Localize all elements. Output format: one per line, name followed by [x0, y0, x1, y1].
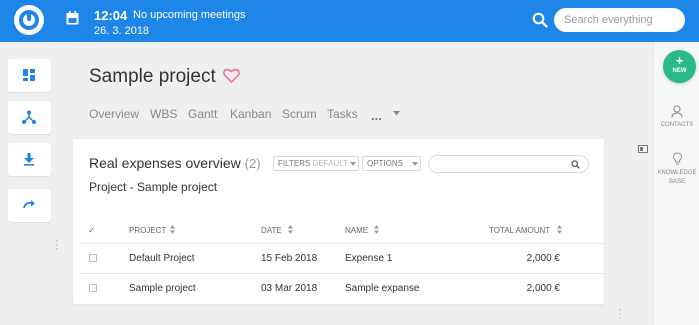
filters-value: DEFAULT: [312, 159, 348, 168]
new-button[interactable]: + NEW: [663, 50, 696, 83]
cell-project[interactable]: Sample project: [129, 283, 196, 294]
column-header-name[interactable]: NAME: [345, 226, 368, 235]
sort-icon[interactable]: [374, 225, 379, 234]
redo-button[interactable]: [8, 189, 51, 222]
cell-date: 03 Mar 2018: [261, 283, 318, 294]
page-title: Sample project: [89, 66, 216, 87]
row-checkbox[interactable]: [89, 254, 97, 262]
record-count: (2): [244, 156, 261, 171]
card-search-input[interactable]: [428, 155, 589, 173]
hierarchy-button[interactable]: [8, 101, 51, 134]
card-resize-handle[interactable]: · · ·: [618, 305, 622, 324]
select-all-checkbox[interactable]: ✓: [88, 225, 96, 236]
download-button[interactable]: [8, 143, 51, 176]
search-icon[interactable]: [532, 12, 548, 28]
filters-label: FILTERS: [278, 159, 311, 168]
chevron-down-icon[interactable]: [393, 111, 400, 116]
table-divider: [80, 243, 604, 244]
plus-icon: +: [675, 53, 684, 68]
contacts-label[interactable]: CONTACTS: [655, 121, 699, 130]
download-icon: [24, 153, 34, 166]
sort-icon[interactable]: [170, 225, 175, 234]
lightbulb-icon[interactable]: [673, 152, 682, 165]
column-header-project[interactable]: PROJECT: [129, 226, 166, 235]
upcoming-meetings[interactable]: No upcoming meetings: [133, 9, 246, 21]
cell-date: 15 Feb 2018: [261, 253, 318, 264]
redo-icon: [23, 200, 35, 209]
row-checkbox[interactable]: [89, 284, 97, 292]
knowledge-label-line2: BASE: [668, 179, 685, 185]
dashboard-icon: [23, 69, 35, 81]
expand-panel-icon[interactable]: [638, 145, 648, 153]
tab-kanban[interactable]: Kanban: [230, 107, 271, 121]
tab-tasks[interactable]: Tasks: [327, 107, 358, 121]
app-logo-icon[interactable]: [14, 5, 44, 35]
column-header-total-amount[interactable]: TOTAL AMOUNT: [489, 226, 550, 235]
filters-dropdown[interactable]: FILTERS DEFAULT: [273, 156, 359, 171]
top-bar: 12:04 No upcoming meetings 26. 3. 2018: [0, 0, 699, 42]
dashboard-button[interactable]: [8, 59, 51, 92]
search-icon[interactable]: [571, 160, 580, 169]
current-time: 12:04: [94, 8, 128, 23]
contacts-icon[interactable]: [671, 105, 683, 118]
tab-overview[interactable]: Overview: [89, 107, 139, 121]
current-date: 26. 3. 2018: [94, 25, 150, 37]
options-dropdown[interactable]: OPTIONS: [362, 156, 421, 171]
hierarchy-icon: [22, 110, 36, 124]
sort-icon[interactable]: [288, 225, 293, 234]
cell-name[interactable]: Expense 1: [345, 253, 392, 264]
cell-name[interactable]: Sample expanse: [345, 283, 420, 294]
calendar-icon[interactable]: [66, 11, 79, 25]
tab-wbs[interactable]: WBS: [150, 107, 177, 121]
heart-icon[interactable]: [223, 68, 240, 83]
row-divider: [80, 273, 604, 274]
global-search-input[interactable]: [554, 8, 685, 32]
chevron-down-icon: [350, 162, 356, 166]
cell-total: 2,000 €: [526, 283, 560, 294]
chevron-down-icon: [412, 162, 418, 166]
knowledge-base-label[interactable]: KNOWLEDGE BASE: [655, 169, 699, 187]
options-label: OPTIONS: [367, 159, 404, 168]
new-button-label: NEW: [672, 68, 687, 74]
card-title-text: Real expenses overview: [89, 155, 241, 171]
tab-scrum[interactable]: Scrum: [282, 107, 317, 121]
cell-total: 2,000 €: [526, 253, 560, 264]
sort-icon[interactable]: [557, 225, 562, 234]
more-tabs-button[interactable]: ...: [371, 108, 382, 123]
cell-project[interactable]: Default Project: [129, 253, 195, 264]
card-subtitle: Project - Sample project: [89, 180, 218, 194]
column-header-date[interactable]: DATE: [261, 226, 282, 235]
knowledge-label-line1: KNOWLEDGE: [657, 170, 697, 176]
card-title: Real expenses overview (2): [89, 155, 261, 171]
tab-gantt[interactable]: Gantt: [188, 107, 217, 121]
sidebar-resize-handle[interactable]: · · ·: [55, 236, 59, 255]
